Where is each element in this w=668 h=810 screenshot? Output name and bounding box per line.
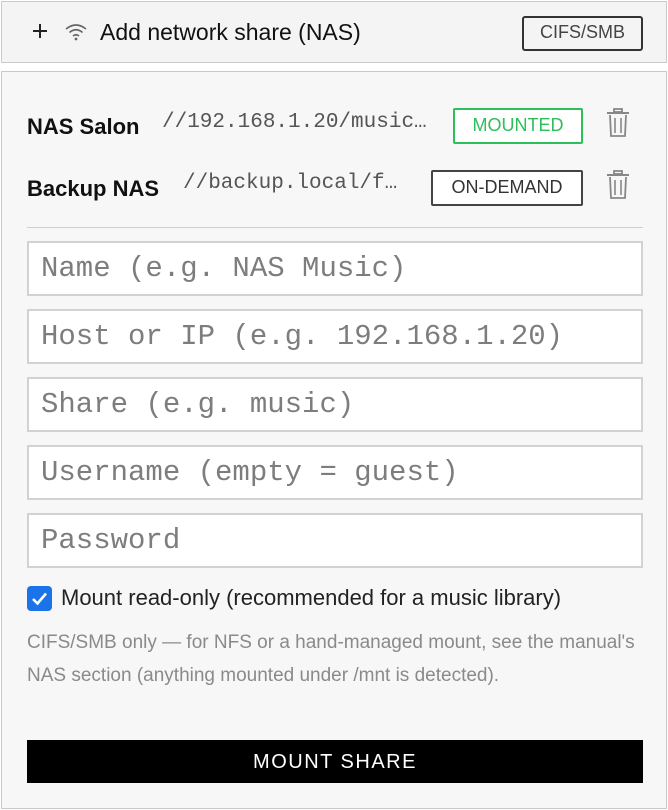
host-input[interactable]	[27, 309, 643, 364]
wifi-icon	[65, 24, 87, 41]
readonly-label: Mount read-only (recommended for a music…	[61, 585, 562, 610]
divider	[27, 227, 643, 228]
add-share-header[interactable]: Add network share (NAS) CIFS/SMB	[1, 1, 667, 63]
status-badge: ON-DEMAND	[431, 170, 583, 206]
help-note: CIFS/SMB only — for NFS or a hand-manage…	[27, 632, 635, 686]
add-share-panel: NAS Salon //192.168.1.20/music… MOUNTED …	[1, 71, 667, 809]
share-input[interactable]	[27, 377, 643, 432]
header-title: Add network share (NAS)	[100, 19, 361, 45]
share-row: Backup NAS //backup.local/f… ON-DEMAND	[2, 167, 668, 207]
status-badge: MOUNTED	[453, 108, 583, 144]
name-input[interactable]	[27, 241, 643, 296]
protocol-badge: CIFS/SMB	[522, 16, 643, 51]
password-input[interactable]	[27, 513, 643, 568]
mount-share-button[interactable]: MOUNT SHARE	[27, 740, 643, 783]
share-name: NAS Salon	[27, 114, 140, 139]
plus-icon	[33, 24, 47, 38]
trash-icon[interactable]	[606, 108, 630, 138]
share-row: NAS Salon //192.168.1.20/music… MOUNTED	[2, 105, 668, 145]
username-input[interactable]	[27, 445, 643, 500]
trash-icon[interactable]	[606, 170, 630, 200]
share-path: //backup.local/f…	[183, 172, 398, 195]
check-icon	[32, 592, 47, 606]
share-path: //192.168.1.20/music…	[162, 111, 427, 134]
readonly-checkbox[interactable]	[27, 586, 52, 611]
share-name: Backup NAS	[27, 176, 160, 201]
readonly-option[interactable]: Mount read-only (recommended for a music…	[27, 585, 647, 615]
